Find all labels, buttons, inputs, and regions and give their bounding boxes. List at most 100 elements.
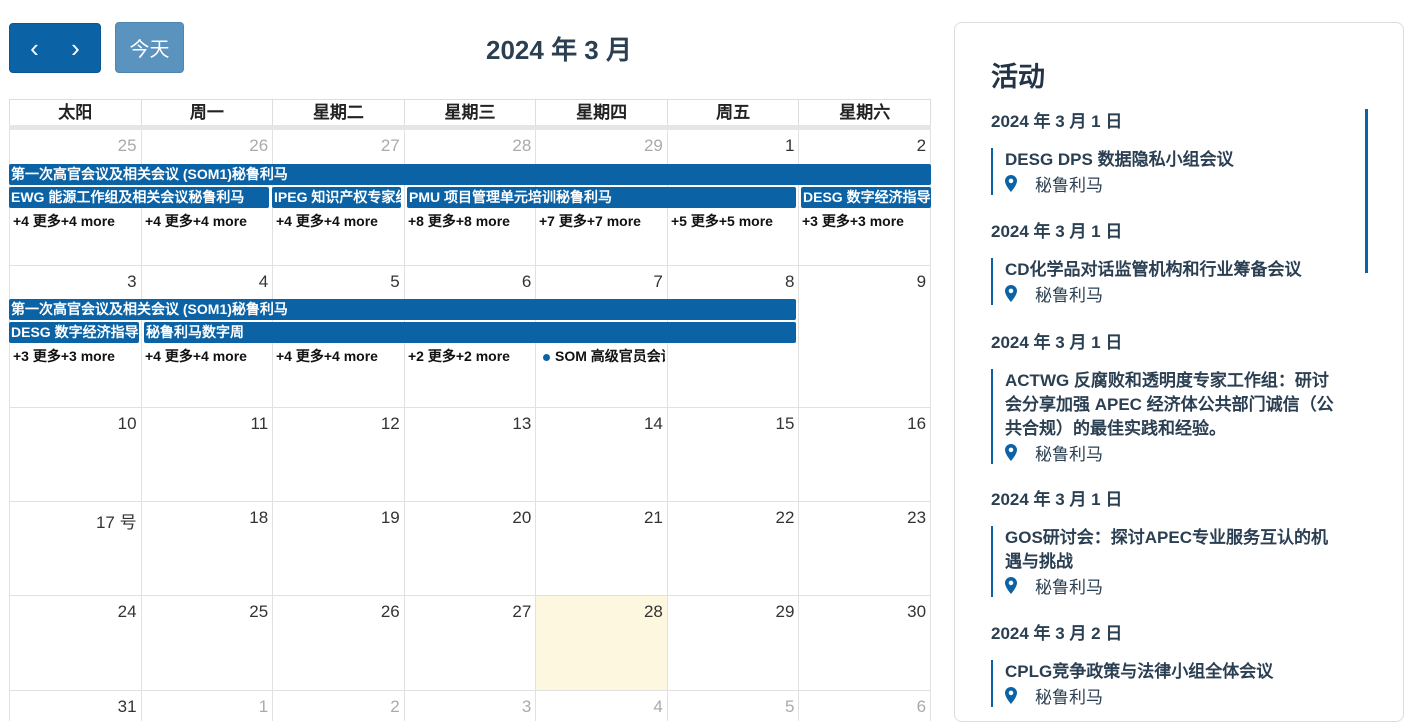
day-cell[interactable]: 22 bbox=[668, 502, 800, 595]
day-number: 5 bbox=[785, 697, 795, 716]
event-desg[interactable]: DESG 数字经济指导组会议 bbox=[9, 322, 139, 343]
event-location: 秘鲁利马 bbox=[1005, 282, 1341, 305]
more-link[interactable]: +8 更多+8 more bbox=[408, 211, 534, 231]
day-number: 5 bbox=[390, 272, 400, 291]
event-title: CD化学品对话监管机构和行业筹备会议 bbox=[1005, 260, 1302, 279]
event-som1[interactable]: 第一次高官会议及相关会议 (SOM1)秘鲁利马 bbox=[9, 299, 796, 320]
day-cell[interactable]: 5 bbox=[668, 691, 800, 721]
day-cell-today[interactable]: 28 bbox=[536, 596, 668, 690]
calendar-week: 31 1 2 3 4 5 6 bbox=[9, 691, 932, 721]
day-cell[interactable]: 3 bbox=[405, 691, 537, 721]
event-date: 2024 年 3 月 2 日 bbox=[991, 624, 1123, 643]
more-link[interactable]: +4 更多+4 more bbox=[276, 346, 402, 366]
day-number: 1 bbox=[785, 136, 795, 155]
list-item[interactable]: DESG DPS 数据隐私小组会议 秘鲁利马 bbox=[991, 148, 1341, 195]
day-number: 12 bbox=[380, 414, 400, 433]
event-date: 2024 年 3 月 1 日 bbox=[991, 490, 1123, 509]
more-link[interactable]: +2 更多+2 more bbox=[408, 346, 534, 366]
location-text: 秘鲁利马 bbox=[1035, 578, 1103, 597]
day-cell[interactable]: 27 bbox=[405, 596, 537, 690]
event-pmu[interactable]: PMU 项目管理单元培训秘鲁利马 bbox=[407, 187, 796, 208]
weekday-header: 太阳 周一 星期二 星期三 星期四 周五 星期六 bbox=[9, 99, 931, 125]
more-link[interactable]: +4 更多+4 more bbox=[276, 211, 402, 231]
day-cell[interactable]: 9 bbox=[799, 266, 932, 407]
event-som1[interactable]: 第一次高官会议及相关会议 (SOM1)秘鲁利马 bbox=[9, 164, 931, 185]
day-cell[interactable]: 4 bbox=[536, 691, 668, 721]
location-pin-icon bbox=[1005, 285, 1017, 302]
day-cell[interactable]: 12 bbox=[273, 408, 405, 501]
month-calendar: 太阳 周一 星期二 星期三 星期四 周五 星期六 25 26 27 28 29 … bbox=[9, 99, 932, 721]
day-number: 15 bbox=[775, 414, 795, 433]
day-cell[interactable]: 18 bbox=[142, 502, 274, 595]
weekday-label: 周五 bbox=[668, 100, 800, 125]
day-cell[interactable]: 2 bbox=[273, 691, 405, 721]
day-number: 11 bbox=[250, 414, 269, 433]
day-number: 21 bbox=[643, 508, 663, 527]
day-number: 23 bbox=[907, 508, 927, 527]
list-item[interactable]: GOS研讨会：探讨APEC专业服务互认的机遇与挑战 秘鲁利马 bbox=[991, 526, 1341, 597]
day-cell[interactable]: 10 bbox=[9, 408, 142, 501]
day-cell[interactable]: 31 bbox=[9, 691, 142, 721]
today-button[interactable]: 今天 bbox=[115, 22, 184, 73]
event-ipeg[interactable]: IPEG 知识产权专家组会议 bbox=[272, 187, 401, 208]
day-number: 18 bbox=[249, 508, 269, 527]
day-cell[interactable]: 13 bbox=[405, 408, 537, 501]
day-number: 29 bbox=[643, 136, 663, 155]
day-cell[interactable]: 19 bbox=[273, 502, 405, 595]
more-link[interactable]: +4 更多+4 more bbox=[13, 211, 139, 231]
event-desg[interactable]: DESG 数字经济指导组会议 bbox=[801, 187, 931, 208]
day-cell[interactable]: 1 bbox=[142, 691, 274, 721]
more-link[interactable]: +4 更多+4 more bbox=[145, 211, 271, 231]
day-cell[interactable]: 6 bbox=[799, 691, 932, 721]
day-cell[interactable]: 15 bbox=[668, 408, 800, 501]
day-number: 1 bbox=[258, 697, 269, 716]
list-item[interactable]: CD化学品对话监管机构和行业筹备会议 秘鲁利马 bbox=[991, 258, 1341, 305]
calendar-title: 2024 年 3 月 bbox=[486, 35, 632, 65]
day-cell[interactable]: 16 bbox=[799, 408, 932, 501]
more-link[interactable]: +4 更多+4 more bbox=[145, 346, 271, 366]
day-number: 25 bbox=[249, 602, 269, 621]
weekday-label: 星期三 bbox=[405, 100, 537, 125]
list-item[interactable]: ACTWG 反腐败和透明度专家工作组：研讨会分享加强 APEC 经济体公共部门诚… bbox=[991, 369, 1341, 464]
nav-button-group: ‹ › bbox=[9, 23, 101, 73]
more-link[interactable]: +7 更多+7 more bbox=[539, 211, 665, 231]
weekday-label: 周一 bbox=[142, 100, 274, 125]
day-number: 27 bbox=[512, 602, 532, 621]
day-number: 22 bbox=[775, 508, 795, 527]
day-cell[interactable]: 17 号 bbox=[9, 502, 142, 595]
event-date: 2024 年 3 月 1 日 bbox=[991, 112, 1123, 131]
event-ewg[interactable]: EWG 能源工作组及相关会议秘鲁利马 bbox=[9, 187, 269, 208]
day-number: 29 bbox=[775, 602, 795, 621]
location-text: 秘鲁利马 bbox=[1035, 176, 1103, 195]
day-cell[interactable]: 21 bbox=[536, 502, 668, 595]
event-digital-week[interactable]: 秘鲁利马数字周 bbox=[144, 322, 796, 343]
event-som-dot[interactable]: SOM 高级官员会议 bbox=[543, 346, 665, 366]
calendar-week: 10 11 12 13 14 15 16 bbox=[9, 408, 932, 502]
day-cell[interactable]: 24 bbox=[9, 596, 142, 690]
day-number: 14 bbox=[643, 414, 663, 433]
location-text: 秘鲁利马 bbox=[1035, 688, 1103, 707]
day-number: 8 bbox=[785, 272, 795, 291]
prev-month-button[interactable]: ‹ bbox=[14, 23, 55, 73]
scrollbar[interactable] bbox=[1365, 109, 1368, 273]
day-cell[interactable]: 23 bbox=[799, 502, 932, 595]
day-number: 2 bbox=[916, 136, 927, 155]
day-cell[interactable]: 30 bbox=[799, 596, 932, 690]
day-cell[interactable]: 11 bbox=[142, 408, 274, 501]
day-cell[interactable]: 26 bbox=[273, 596, 405, 690]
day-number: 3 bbox=[521, 697, 532, 716]
day-cell[interactable]: 14 bbox=[536, 408, 668, 501]
event-title: CPLG竞争政策与法律小组全体会议 bbox=[1005, 662, 1274, 681]
more-link[interactable]: +3 更多+3 more bbox=[802, 211, 928, 231]
day-cell[interactable]: 29 bbox=[668, 596, 800, 690]
day-number: 19 bbox=[380, 508, 400, 527]
more-link[interactable]: +5 更多+5 more bbox=[671, 211, 797, 231]
day-number: 25 bbox=[117, 136, 137, 155]
location-text: 秘鲁利马 bbox=[1035, 445, 1103, 464]
day-cell[interactable]: 25 bbox=[142, 596, 274, 690]
next-month-button[interactable]: › bbox=[55, 23, 96, 73]
location-pin-icon bbox=[1005, 687, 1017, 704]
day-cell[interactable]: 20 bbox=[405, 502, 537, 595]
more-link[interactable]: +3 更多+3 more bbox=[13, 346, 139, 366]
list-item[interactable]: CPLG竞争政策与法律小组全体会议 秘鲁利马 bbox=[991, 660, 1341, 707]
